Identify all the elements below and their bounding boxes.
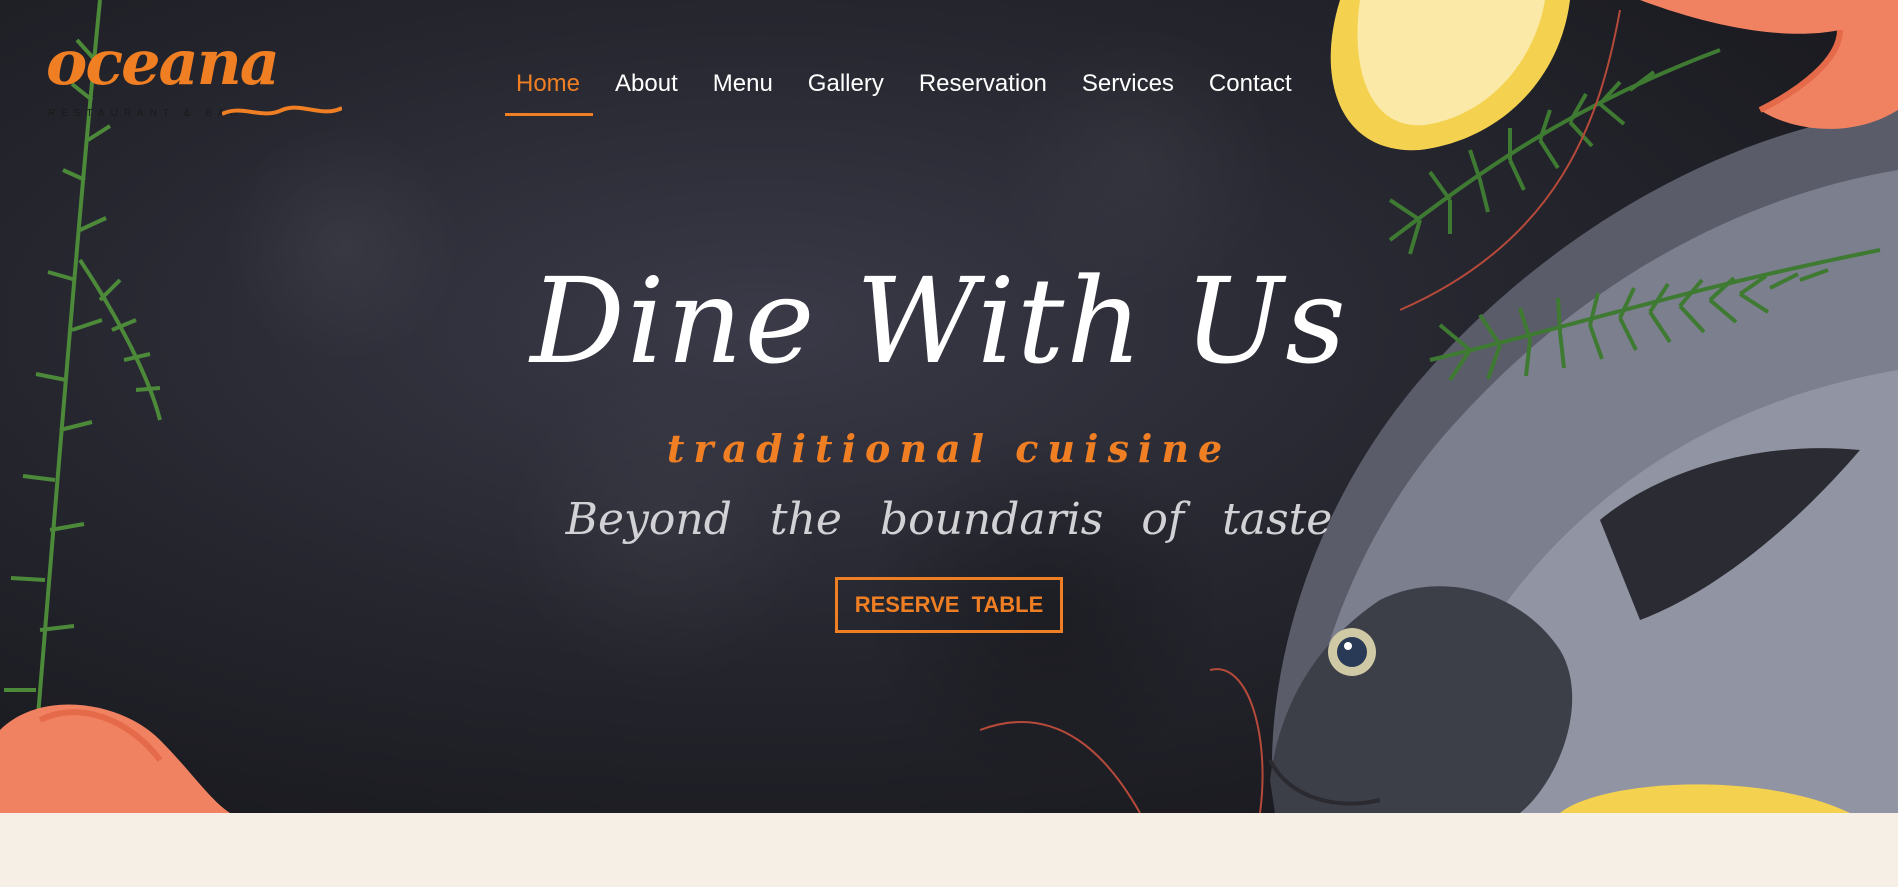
nav-label: Gallery bbox=[807, 70, 884, 97]
nav-label: Reservation bbox=[918, 70, 1047, 97]
nav-label: Services bbox=[1081, 70, 1174, 97]
wave-icon bbox=[222, 105, 342, 116]
nav-item-about[interactable]: About bbox=[604, 70, 702, 120]
nav-item-gallery[interactable]: Gallery bbox=[797, 70, 908, 120]
nav-item-menu[interactable]: Menu bbox=[702, 70, 797, 120]
hero-title-text: Dine With Us bbox=[530, 252, 1348, 390]
hero-section: oceana RESTAURANT & BAR Home About Menu … bbox=[0, 0, 1898, 813]
nav-label: Contact bbox=[1208, 70, 1292, 97]
main-nav: Home About Menu Gallery Reservation Serv… bbox=[505, 70, 1316, 120]
reserve-table-button[interactable]: RESERVE TABLE bbox=[835, 577, 1063, 633]
logo-subtitle: RESTAURANT & BAR bbox=[48, 108, 244, 119]
hero-subtitle: traditional cuisine bbox=[666, 426, 1232, 471]
nav-item-reservation[interactable]: Reservation bbox=[908, 70, 1071, 120]
nav-item-home[interactable]: Home bbox=[505, 70, 604, 120]
brand-logo[interactable]: oceana RESTAURANT & BAR bbox=[46, 32, 346, 120]
active-underline bbox=[505, 113, 593, 116]
nav-item-services[interactable]: Services bbox=[1071, 70, 1198, 120]
nav-label: About bbox=[615, 70, 678, 97]
nav-label: Menu bbox=[712, 70, 773, 97]
nav-item-contact[interactable]: Contact bbox=[1198, 70, 1316, 120]
nav-label: Home bbox=[516, 70, 581, 97]
lemon-slice bbox=[1330, 0, 1570, 151]
content-section-start bbox=[0, 813, 1898, 887]
logo-text: oceana bbox=[46, 26, 280, 99]
hero-title: Dine With Us bbox=[0, 262, 1898, 380]
hero-tagline: Beyond the boundaris of taste bbox=[565, 494, 1333, 545]
